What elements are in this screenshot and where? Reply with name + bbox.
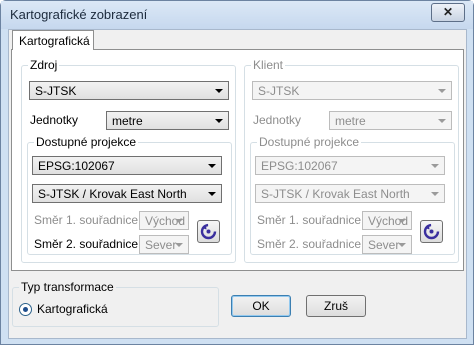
- chevron-down-icon: [175, 219, 183, 223]
- window-title: Kartografické zobrazení: [10, 7, 148, 22]
- transform-radio[interactable]: [19, 303, 32, 316]
- dialog-window: Kartografické zobrazení ✕ Kartografická …: [0, 0, 474, 345]
- client-axis2-select[interactable]: Sever: [362, 235, 412, 254]
- client-axis1-label: Směr 1. souřadnice: [257, 213, 362, 227]
- cancel-button[interactable]: Zruš: [306, 295, 366, 317]
- chevron-down-icon: [215, 119, 223, 123]
- source-projection-select[interactable]: S-JTSK / Krovak East North: [32, 184, 222, 203]
- chevron-down-icon: [431, 192, 439, 196]
- source-system-select[interactable]: S-JTSK: [29, 81, 229, 100]
- client-axis1-select[interactable]: Východ: [362, 211, 412, 230]
- close-button[interactable]: ✕: [431, 3, 465, 22]
- source-units-label: Jednotky: [30, 113, 79, 127]
- source-axis2-select[interactable]: Sever: [139, 235, 189, 254]
- client-axis2-label: Směr 2. souřadnice: [257, 237, 362, 251]
- client-group: Klient S-JTSK Jednotky metre Dostupné pr…: [244, 58, 459, 263]
- client-projection-select[interactable]: S-JTSK / Krovak East North: [255, 184, 445, 203]
- chevron-down-icon: [398, 219, 406, 223]
- dialog-client-area: Kartografická Zdroj S-JTSK Jednotky metr…: [8, 29, 467, 339]
- client-epsg-select[interactable]: EPSG:102067: [255, 156, 445, 175]
- transform-group: Typ transformace Kartografická: [12, 280, 219, 327]
- source-axis2-value: Sever: [145, 238, 177, 252]
- source-projection-value: S-JTSK / Krovak East North: [38, 187, 187, 201]
- source-projections-group: Dostupné projekce EPSG:102067 S-JTSK / K…: [27, 135, 232, 255]
- source-units-select[interactable]: metre: [106, 111, 229, 130]
- source-group: Zdroj S-JTSK Jednotky metre Dostupné pro…: [21, 58, 236, 263]
- tab-panel: Zdroj S-JTSK Jednotky metre Dostupné pro…: [11, 49, 464, 271]
- client-swap-axes-button[interactable]: [420, 220, 443, 243]
- source-system-value: S-JTSK: [35, 84, 77, 98]
- chevron-down-icon: [398, 243, 406, 247]
- rotate-icon: [423, 223, 440, 240]
- source-epsg-value: EPSG:102067: [38, 159, 115, 173]
- chevron-down-icon: [438, 89, 446, 93]
- source-group-label: Zdroj: [28, 58, 60, 72]
- source-swap-axes-button[interactable]: [197, 220, 220, 243]
- close-icon: ✕: [442, 5, 454, 19]
- client-units-value: metre: [335, 114, 366, 128]
- source-axis1-label: Směr 1. souřadnice: [34, 213, 139, 227]
- client-projection-value: S-JTSK / Krovak East North: [261, 187, 410, 201]
- chevron-down-icon: [215, 89, 223, 93]
- chevron-down-icon: [208, 192, 216, 196]
- client-units-select[interactable]: metre: [329, 111, 452, 130]
- chevron-down-icon: [431, 164, 439, 168]
- client-projections-label: Dostupné projekce: [257, 135, 362, 149]
- client-axis2-value: Sever: [368, 238, 400, 252]
- client-system-select[interactable]: S-JTSK: [252, 81, 452, 100]
- title-bar: Kartografické zobrazení ✕: [1, 1, 473, 29]
- client-projections-group: Dostupné projekce EPSG:102067 S-JTSK / K…: [250, 135, 455, 255]
- source-projections-label: Dostupné projekce: [34, 135, 139, 149]
- source-epsg-select[interactable]: EPSG:102067: [32, 156, 222, 175]
- ok-button[interactable]: OK: [231, 295, 291, 317]
- transform-option-label[interactable]: Kartografická: [37, 302, 108, 316]
- chevron-down-icon: [175, 243, 183, 247]
- transform-group-label: Typ transformace: [19, 280, 116, 294]
- chevron-down-icon: [208, 164, 216, 168]
- source-axis2-label: Směr 2. souřadnice: [34, 237, 139, 251]
- source-axis1-select[interactable]: Východ: [139, 211, 189, 230]
- client-system-value: S-JTSK: [258, 84, 300, 98]
- client-epsg-value: EPSG:102067: [261, 159, 338, 173]
- source-units-value: metre: [112, 114, 143, 128]
- chevron-down-icon: [438, 119, 446, 123]
- client-group-label: Klient: [251, 58, 286, 72]
- client-units-label: Jednotky: [253, 113, 302, 127]
- tab-kartograficka[interactable]: Kartografická: [12, 30, 94, 50]
- rotate-icon: [200, 223, 217, 240]
